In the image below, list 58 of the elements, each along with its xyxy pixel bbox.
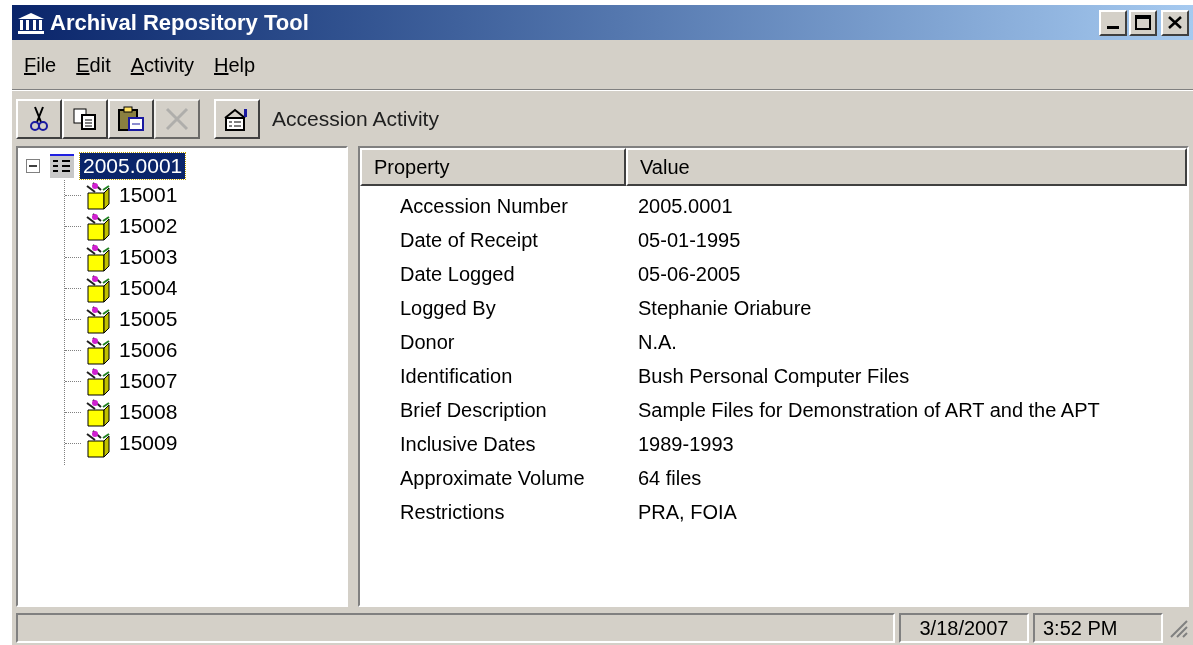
property-name: Date Logged [399,262,516,287]
copy-button[interactable] [62,98,108,139]
menu-item[interactable]: File [16,49,65,80]
property-name: Accession Number [399,194,569,219]
menu-item[interactable]: Edit [68,49,119,80]
minimize-button[interactable] [1099,9,1127,36]
tree-item[interactable]: 15003 [117,241,180,273]
copy-icon [72,106,98,131]
delete-icon [164,105,190,132]
cut-button[interactable] [16,98,62,139]
property-name: Brief Description [399,398,548,423]
properties-button[interactable] [214,98,260,139]
tree-item[interactable]: 15009 [117,427,180,459]
tree-item[interactable]: 15001 [117,179,180,211]
close-icon [1168,16,1182,29]
property-value: 64 files [637,466,702,491]
property-name: Restrictions [399,500,506,525]
tree-item[interactable]: 15008 [117,396,180,428]
property-value: 05-06-2005 [637,262,741,287]
property-value: Stephanie Oriabure [637,296,812,321]
paste-button[interactable] [108,98,154,139]
menu-item[interactable]: Activity [122,49,203,80]
property-name: Donor [399,330,456,355]
property-value: PRA, FOIA [637,500,737,525]
toolbar-label: Accession Activity [272,105,439,132]
property-value: 1989-1993 [637,432,734,457]
minus-icon [29,162,37,170]
tree-item[interactable]: 15004 [117,272,180,304]
column-header[interactable]: Property [360,148,626,186]
clipboard-icon [117,105,145,132]
property-value: N.A. [637,330,677,355]
property-name: Identification [399,364,514,389]
property-name: Logged By [399,296,497,321]
status-time: 3:52 PM [1033,613,1163,643]
menu-item[interactable]: Help [206,49,264,80]
collapse-toggle[interactable] [26,159,40,173]
tree-item[interactable]: 15006 [117,334,180,366]
property-value: 05-01-1995 [637,228,741,253]
list-icon [48,152,76,180]
tree-item[interactable]: 15002 [117,210,180,242]
property-value: 2005.0001 [637,194,733,219]
status-date: 3/18/2007 [899,613,1029,643]
property-value: Bush Personal Computer Files [637,364,910,389]
maximize-button[interactable] [1129,9,1157,36]
column-header[interactable]: Value [626,148,1187,186]
window-title: Archival Repository Tool [50,9,310,37]
property-value: Sample Files for Demonstration of ART and the APT [637,398,1100,423]
tree-item[interactable]: 2005.0001 [80,153,186,179]
property-name: Date of Receipt [399,228,539,253]
maximize-icon [1135,15,1151,30]
property-name: Approximate Volume [399,466,586,491]
tree-item[interactable]: 15007 [117,365,180,397]
minimize-icon [1107,25,1119,29]
property-name: Inclusive Dates [399,432,537,457]
close-button[interactable] [1161,9,1189,36]
tree-item[interactable]: 15005 [117,303,180,335]
scissors-icon [30,105,48,132]
building-icon [16,10,46,35]
